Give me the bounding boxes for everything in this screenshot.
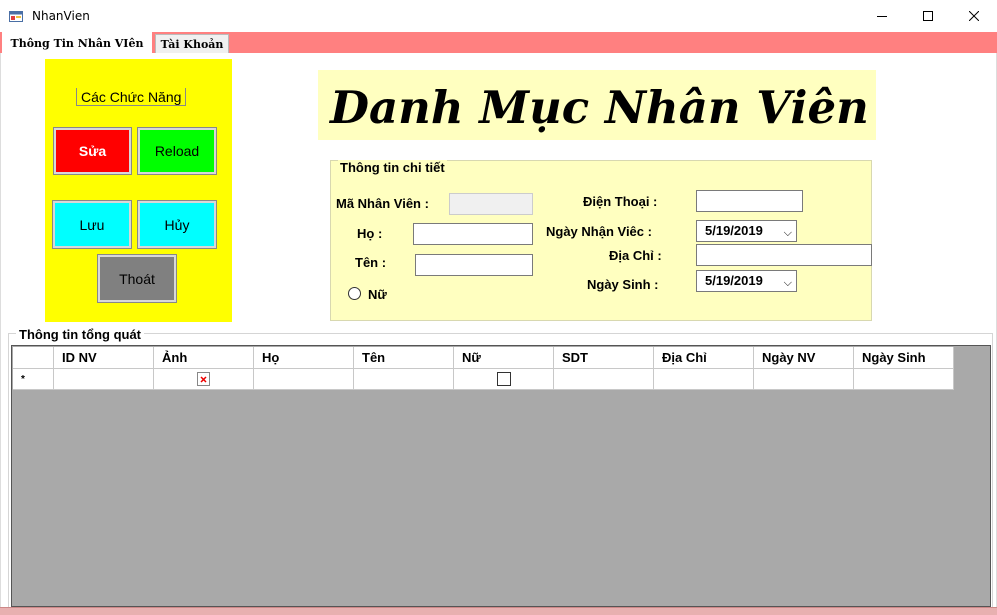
nu-radio-label: Nữ <box>368 287 387 302</box>
page-title: Danh Mục Nhân Viên <box>330 81 869 134</box>
reload-button[interactable]: Reload <box>137 127 217 175</box>
close-button[interactable] <box>951 0 997 32</box>
new-row-marker[interactable]: * <box>13 369 54 390</box>
ten-label: Tên : <box>355 255 387 270</box>
grid-cell-ngay-nv[interactable] <box>754 369 854 390</box>
grid-cell-ho[interactable] <box>254 369 354 390</box>
ngay-sinh-value: 5/19/2019 <box>705 273 763 288</box>
tab-thong-tin-nhan-vien[interactable]: Thông Tin Nhân VIên <box>2 32 152 54</box>
column-header-ho[interactable]: Họ <box>254 347 354 369</box>
grid-cell-id-nv[interactable] <box>54 369 154 390</box>
dia-chi-label: Địa Chỉ : <box>609 248 662 263</box>
grid-cell-ten[interactable] <box>354 369 454 390</box>
window-title: NhanVien <box>32 9 90 23</box>
huy-button[interactable]: Hủy <box>137 200 217 249</box>
column-header-id-nv[interactable]: ID NV <box>54 347 154 369</box>
column-header-ngay-nv[interactable]: Ngày NV <box>754 347 854 369</box>
grid-cell-anh[interactable] <box>154 369 254 390</box>
broken-image-icon <box>197 372 210 386</box>
tab-tai-khoan[interactable]: Tài Khoản <box>155 34 229 53</box>
column-header-anh[interactable]: Ảnh <box>154 347 254 369</box>
chevron-down-icon: ⌵ <box>783 277 792 289</box>
nu-radio[interactable] <box>348 287 361 300</box>
window-bottom-border <box>0 607 997 615</box>
title-bar <box>0 0 997 32</box>
luu-button[interactable]: Lưu <box>52 200 132 249</box>
maximize-button[interactable] <box>905 0 951 32</box>
column-header-nu[interactable]: Nữ <box>454 347 554 369</box>
dien-thoai-label: Điện Thoại : <box>583 194 658 209</box>
minimize-button[interactable] <box>859 0 905 32</box>
details-group-title: Thông tin chi tiết <box>338 160 447 175</box>
minimize-icon <box>877 16 887 17</box>
grid-cell-dia-chi[interactable] <box>654 369 754 390</box>
maximize-icon <box>923 11 933 21</box>
ma-nhan-vien-field[interactable] <box>449 193 533 215</box>
grid-cell-ngay-sinh[interactable] <box>854 369 954 390</box>
app-icon <box>9 9 23 23</box>
thoat-button[interactable]: Thoát <box>97 254 177 303</box>
ten-field[interactable] <box>415 254 533 276</box>
grid-row-header-corner <box>13 347 54 369</box>
column-header-ngay-sinh[interactable]: Ngày Sinh <box>854 347 954 369</box>
grid-cell-sdt[interactable] <box>554 369 654 390</box>
column-header-dia-chi[interactable]: Địa Chỉ <box>654 347 754 369</box>
general-group-title: Thông tin tổng quát <box>16 327 145 342</box>
dia-chi-field[interactable] <box>696 244 872 266</box>
close-icon <box>969 11 979 21</box>
ngay-sinh-label: Ngày Sinh : <box>587 277 659 292</box>
ngay-sinh-picker[interactable]: 5/19/2019 ⌵ <box>696 270 797 292</box>
function-group-label: Các Chức Năng <box>76 88 187 106</box>
dien-thoai-field[interactable] <box>696 190 803 212</box>
ho-label: Họ : <box>357 226 383 241</box>
sua-button[interactable]: Sửa <box>53 127 132 175</box>
ho-field[interactable] <box>413 223 533 245</box>
chevron-down-icon: ⌵ <box>783 227 792 239</box>
column-header-ten[interactable]: Tên <box>354 347 454 369</box>
ngay-nhan-viec-value: 5/19/2019 <box>705 223 763 238</box>
ngay-nhan-viec-picker[interactable]: 5/19/2019 ⌵ <box>696 220 797 242</box>
nu-checkbox[interactable] <box>497 372 511 386</box>
ma-nhan-vien-label: Mã Nhân Viên : <box>336 196 429 211</box>
ngay-nhan-viec-label: Ngày Nhận Viêc : <box>546 224 652 239</box>
column-header-sdt[interactable]: SDT <box>554 347 654 369</box>
grid-cell-nu[interactable] <box>454 369 554 390</box>
